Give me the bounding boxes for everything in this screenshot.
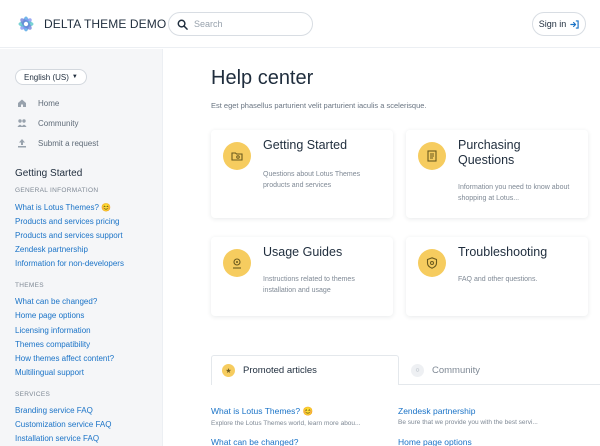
sign-in-button[interactable]: Sign in [532,12,586,36]
search-input[interactable] [194,19,304,29]
group-title-general: GENERAL INFORMATION [15,187,99,194]
sidebar-section-title: Getting Started [15,168,83,179]
sidebar-link[interactable]: Multilingual support [15,368,84,377]
article-item[interactable]: Zendesk partnership Be sure that we prov… [398,406,538,426]
group-title-themes: THEMES [15,282,44,289]
article-tabs: ★ Promoted articles ○ Community [211,355,600,385]
nav-submit-request[interactable]: Submit a request [17,138,98,148]
sign-in-label: Sign in [538,19,567,29]
submit-request-icon [18,139,26,148]
sidebar-link[interactable]: Zendesk partnership [15,245,88,254]
card-title: Purchasing Questions [458,138,521,167]
card-description: Questions about Lotus Themes products an… [263,171,361,189]
receipt-icon [427,150,437,162]
search-box[interactable] [168,12,313,36]
card-title: Getting Started [263,138,348,152]
page-title: Help center [211,67,314,89]
card-description: Information you need to know about shopp… [458,184,570,202]
nav-home-label: Home [38,98,60,108]
brand-logo[interactable]: DELTA THEME DEMO [16,14,166,34]
sidebar-link[interactable]: What is Lotus Themes? 😊 [15,203,111,212]
guide-icon [233,258,241,269]
card-description: FAQ and other questions. [458,276,538,283]
article-item[interactable]: Home page options [398,437,472,446]
article-description: Be sure that we provide you with the bes… [398,419,538,426]
article-title[interactable]: What is Lotus Themes? 😊 [211,406,360,417]
card-title: Troubleshooting [458,245,548,259]
top-header: DELTA THEME DEMO Sign in [0,0,600,48]
category-card-purchasing[interactable]: Purchasing Questions Information you nee… [406,130,588,218]
language-selector[interactable]: English (US) ▼ [15,69,87,85]
sidebar-link[interactable]: What can be changed? [15,297,97,306]
home-icon [18,99,26,107]
shield-icon [426,257,438,269]
community-tab-icon: ○ [411,363,424,377]
star-icon: ★ [222,364,235,377]
chevron-down-icon: ▼ [71,74,78,80]
sidebar-link[interactable]: Themes compatibility [15,340,90,349]
tab-promoted-articles[interactable]: ★ Promoted articles [211,355,399,385]
category-card-usage-guides[interactable]: Usage Guides Instructions related to the… [211,237,393,316]
sign-in-icon [570,19,579,29]
sidebar-link[interactable]: Home page options [15,311,84,320]
category-card-getting-started[interactable]: Getting Started Questions about Lotus Th… [211,130,393,218]
language-label: English (US) [24,72,69,82]
card-icon-circle [418,142,446,170]
nav-community-label: Community [38,118,79,128]
sidebar-link[interactable]: Customization service FAQ [15,420,111,429]
article-title[interactable]: What can be changed? [211,437,298,446]
nav-community[interactable]: Community [17,118,78,128]
brand-name: DELTA THEME DEMO [44,17,167,31]
card-icon-circle [418,249,446,277]
article-item[interactable]: What is Lotus Themes? 😊 Explore the Lotu… [211,406,360,427]
sidebar-link[interactable]: Products and services pricing [15,217,120,226]
article-item[interactable]: What can be changed? [211,437,298,446]
tab-label: Promoted articles [243,365,317,376]
page-description: Est eget phasellus parturient velit part… [211,101,427,110]
lotus-logo-icon [18,16,34,32]
sidebar-link[interactable]: Licensing information [15,326,91,335]
sidebar-link[interactable]: How themes affect content? [15,354,114,363]
category-card-troubleshooting[interactable]: Troubleshooting FAQ and other questions. [406,237,588,316]
card-icon-circle [223,249,251,277]
tab-community[interactable]: ○ Community [401,355,600,385]
sidebar-link[interactable]: Installation service FAQ [15,434,99,443]
community-icon [17,119,27,127]
card-title: Usage Guides [263,245,343,259]
group-title-services: SERVICES [15,391,51,398]
sidebar-link[interactable]: Products and services support [15,231,123,240]
tab-label: Community [432,364,481,376]
nav-home[interactable]: Home [17,98,59,108]
sidebar-link[interactable]: Information for non-developers [15,259,124,268]
article-title[interactable]: Zendesk partnership [398,406,538,416]
search-icon [177,19,188,30]
sidebar-link[interactable]: Branding service FAQ [15,406,93,415]
article-description: Explore the Lotus Themes world, learn mo… [211,420,361,427]
folder-icon [231,152,243,161]
sidebar: English (US) ▼ Home Community Submit a r… [0,49,163,446]
tab-divider [398,384,600,385]
card-description: Instructions related to themes installat… [263,276,355,294]
nav-submit-label: Submit a request [38,138,99,148]
article-title[interactable]: Home page options [398,437,472,446]
card-icon-circle [223,142,251,170]
